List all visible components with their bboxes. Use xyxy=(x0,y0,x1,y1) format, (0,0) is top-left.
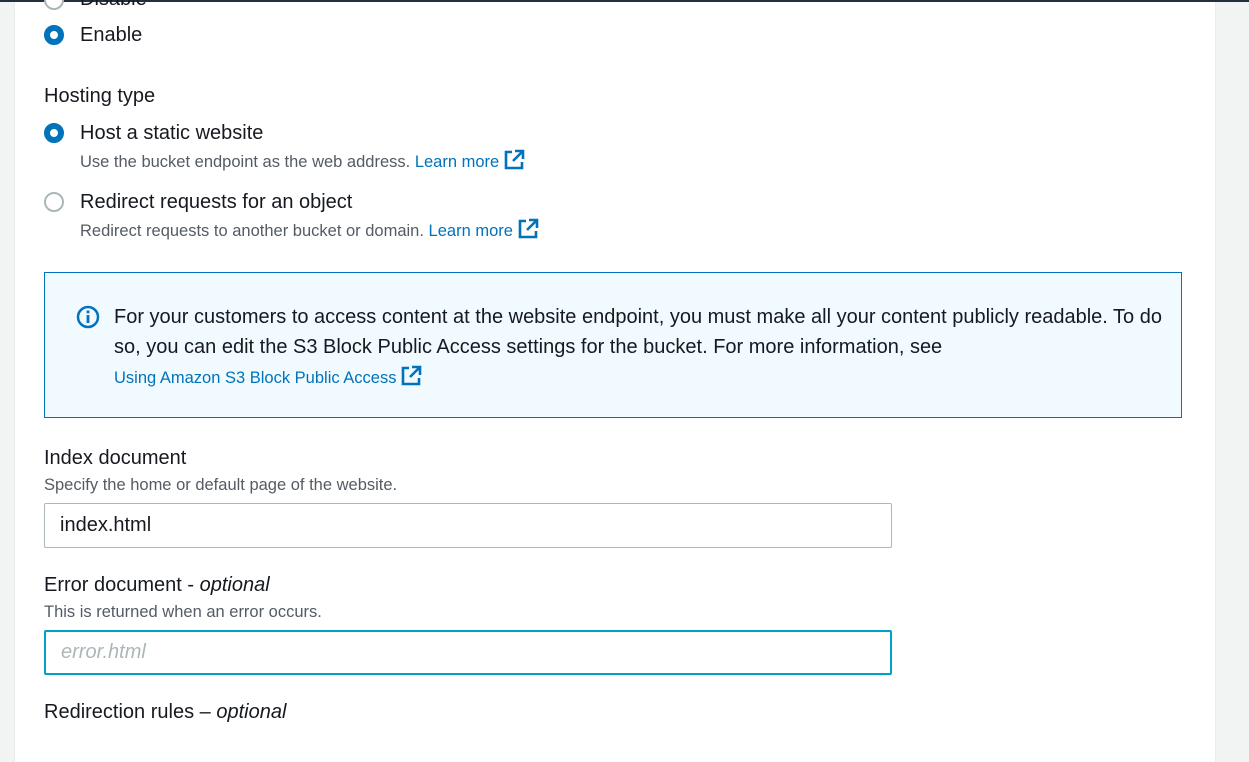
redirection-rules-label: Redirection rules – optional xyxy=(44,701,287,723)
radio-host-static-website-label: Host a static website xyxy=(80,122,264,144)
radio-disable-label: Disable xyxy=(80,0,147,10)
external-link-icon xyxy=(402,365,422,386)
radio-host-static-website[interactable]: Host a static website Use the bucket end… xyxy=(44,122,525,172)
radio-enable-button[interactable] xyxy=(44,25,64,45)
radio-redirect-requests-label: Redirect requests for an object xyxy=(80,191,353,213)
learn-more-link[interactable]: Learn more xyxy=(429,218,539,240)
radio-disable[interactable]: Disable xyxy=(44,0,147,10)
external-link-icon xyxy=(504,149,525,170)
radio-host-static-website-description: Use the bucket endpoint as the web addre… xyxy=(80,149,525,172)
radio-enable-label: Enable xyxy=(80,24,143,46)
radio-redirect-requests[interactable]: Redirect requests for an object Redirect… xyxy=(44,191,539,241)
radio-redirect-requests-description: Redirect requests to another bucket or d… xyxy=(80,218,539,241)
external-link-icon xyxy=(518,218,539,239)
radio-redirect-requests-button[interactable] xyxy=(44,192,64,212)
index-document-label: Index document xyxy=(44,447,187,469)
index-document-description: Specify the home or default page of the … xyxy=(44,476,398,494)
info-icon xyxy=(76,305,100,329)
hosting-type-label: Hosting type xyxy=(44,85,156,107)
error-document-description: This is returned when an error occurs. xyxy=(44,603,322,621)
error-document-label: Error document - optional xyxy=(44,574,270,596)
radio-host-static-website-button[interactable] xyxy=(44,123,64,143)
block-public-access-link[interactable]: Using Amazon S3 Block Public Access xyxy=(114,365,422,387)
index-document-input[interactable] xyxy=(44,503,892,548)
radio-enable[interactable]: Enable xyxy=(44,24,142,46)
error-document-input[interactable] xyxy=(44,630,892,675)
learn-more-link[interactable]: Learn more xyxy=(415,149,525,171)
info-alert: For your customers to access content at … xyxy=(44,272,1182,418)
info-alert-text: For your customers to access content at … xyxy=(114,306,1162,387)
radio-disable-button[interactable] xyxy=(44,0,64,10)
